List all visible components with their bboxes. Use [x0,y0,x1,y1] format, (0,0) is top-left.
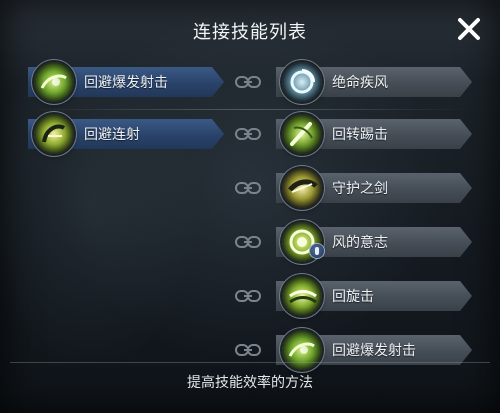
left-skill-item-1[interactable]: 回避爆发射击 [28,62,224,102]
right-skill-item-5[interactable]: 回旋击 [276,276,472,316]
left-skill-label: 回避爆发射击 [84,75,168,91]
panel-title: 连接技能列表 [193,22,307,43]
right-skill-item-3[interactable]: 守护之剑 [276,168,472,208]
whirl-strike-icon [282,276,322,316]
linked-skill-panel: 连接技能列表 回避爆发射击 回避连射 绝命疾风 回转踢击 守护之剑 风的意志 回… [0,0,500,413]
right-skill-item-1[interactable]: 绝命疾风 [276,62,472,102]
spinning-kick-icon [282,114,322,154]
right-skill-item-6[interactable]: 回避爆发射击 [276,330,472,370]
evasive-burst-shot-icon [34,62,74,102]
section-divider [30,109,470,110]
right-skill-label: 回转踢击 [332,127,388,143]
link-icon [235,289,261,303]
left-skill-item-2[interactable]: 回避连射 [28,114,224,154]
deadly-gale-icon [282,62,322,102]
close-button[interactable] [456,16,482,42]
link-icon [235,75,261,89]
right-skill-item-2[interactable]: 回转踢击 [276,114,472,154]
link-icon [235,181,261,195]
link-icon [235,343,261,357]
right-skill-label: 回旋击 [332,289,374,305]
improve-efficiency-link[interactable]: 提高技能效率的方法 [0,364,500,400]
footer-divider [10,362,490,363]
right-skill-item-4[interactable]: 风的意志 [276,222,472,262]
guardian-sword-icon [282,168,322,208]
link-icon [235,127,261,141]
link-icon [235,235,261,249]
close-icon [458,18,480,40]
right-skill-label: 绝命疾风 [332,75,388,91]
right-skill-label: 风的意志 [332,235,388,251]
right-skill-label: 守护之剑 [332,181,388,197]
skill-badge-icon [310,244,324,258]
evasive-rapid-fire-icon [34,114,74,154]
left-skill-label: 回避连射 [84,127,140,143]
right-skill-label: 回避爆发射击 [332,343,416,359]
